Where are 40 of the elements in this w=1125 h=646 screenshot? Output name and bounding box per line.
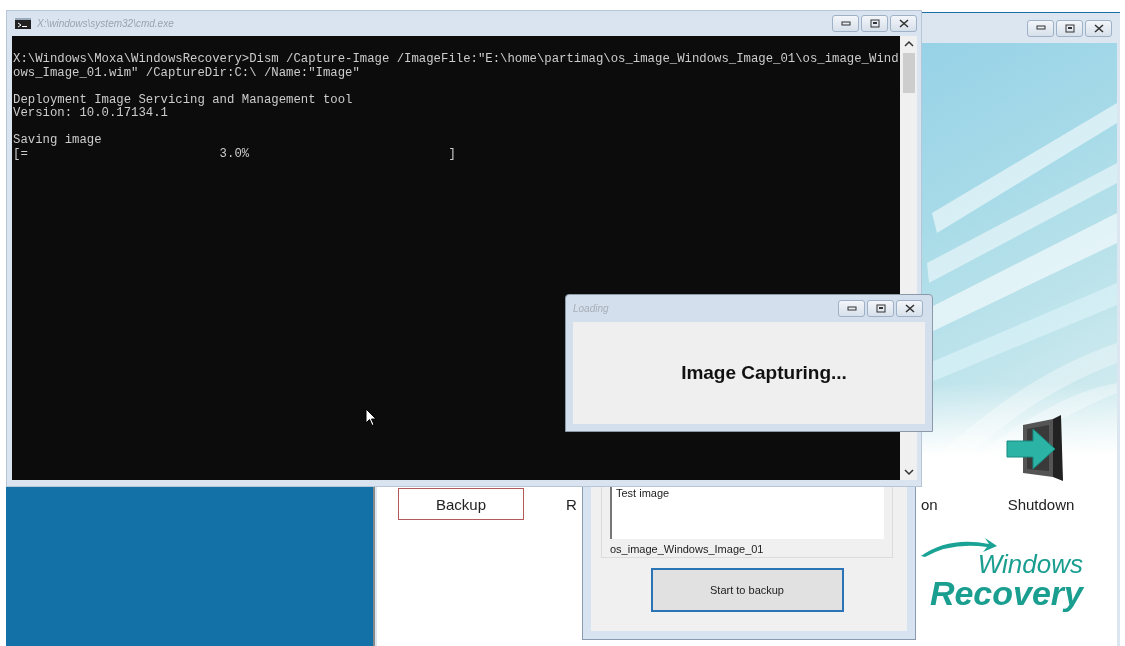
logo-text: Windows [977,552,1083,576]
minimize-icon [840,20,851,27]
description-field[interactable]: Test image [610,487,884,539]
image-name-label: os_image_Windows_Image_01 [610,543,765,555]
loading-message: Image Capturing... [681,362,847,384]
minimize-button[interactable] [838,300,865,317]
maximize-icon [875,304,886,313]
console-line: X:\Windows\Moxa\WindowsRecovery>Dism /Capture-Image /ImageFile:"E:\home\partimag\os_image_Windows_Image_01\os_image_Wind [13,52,899,66]
close-icon [904,304,915,313]
console-line: Version: 10.0.17134.1 [13,106,168,120]
console-line: Saving image [13,133,102,147]
minimize-icon [846,305,857,312]
close-icon [1093,23,1104,33]
scroll-down-icon [903,469,914,476]
console-line: [= 3.0% ] [13,146,456,161]
menu-item[interactable]: on [918,488,941,520]
minimize-icon [1035,25,1046,31]
console-line: ows_Image_01.wim" /CaptureDir:C:\ /Name:"Image" [13,65,360,80]
scroll-thumb[interactable] [902,53,915,93]
maximize-icon [1064,23,1075,33]
close-button[interactable] [896,300,923,317]
menu-item[interactable]: R [565,488,578,520]
scroll-up-icon [903,40,914,47]
close-button[interactable] [1085,19,1112,37]
close-button[interactable] [890,15,917,32]
window-title: X:\windows\system32\cmd.exe [37,18,174,29]
mouse-pointer-icon [365,408,377,427]
maximize-icon [869,19,880,28]
maximize-button[interactable] [867,300,894,317]
console-icon [15,18,31,29]
logo-text: Recovery [929,576,1083,610]
minimize-button[interactable] [1027,19,1054,37]
close-icon [898,19,909,28]
maximize-button[interactable] [861,15,888,32]
minimize-button[interactable] [832,15,859,32]
maximize-button[interactable] [1056,19,1083,37]
console-line: Deployment Image Servicing and Management tool [13,92,353,107]
menu-item[interactable]: Shutdown [991,488,1091,520]
menu-item[interactable]: Backup [398,488,524,520]
start-backup-button[interactable]: Start to backup [650,568,844,612]
